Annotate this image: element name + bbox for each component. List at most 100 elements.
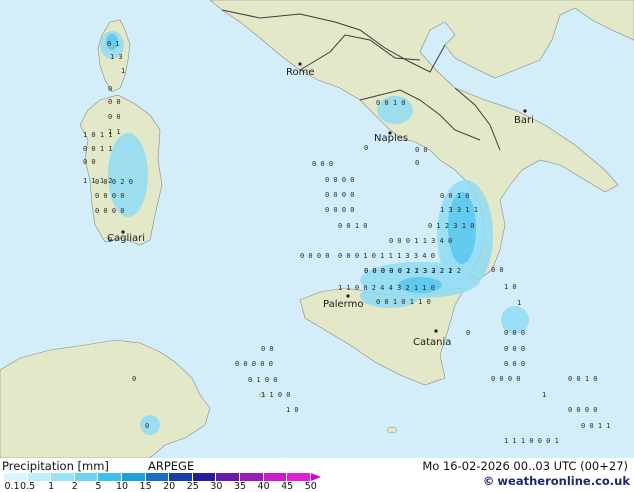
precip-value-row: 0 0 1 0 1 1 0 — [376, 298, 431, 306]
city-dot-palermo — [346, 294, 350, 298]
colorbar-swatch — [263, 473, 288, 481]
colorbar-tick-label: 0.1 — [4, 481, 20, 492]
precip-value-row: 1 1 1 0 0 0 1 — [504, 437, 559, 445]
colorbar — [4, 473, 321, 481]
precip-value-row: 0 0 1 0 — [568, 375, 598, 383]
colorbar-swatch — [216, 473, 240, 481]
precip-value-row: 0 0 0 1 0 1 1 1 3 3 4 0 — [338, 252, 435, 260]
model-name: ARPEGE — [148, 459, 195, 473]
city-label-cagliari: Cagliari — [107, 233, 145, 244]
precip-value-row: 0 0 — [261, 345, 274, 353]
precip-value-row: 0 0 0 0 — [95, 207, 125, 215]
precip-value-row: 1 0 — [504, 283, 517, 291]
precip-value-row: 0 — [466, 329, 470, 337]
precip-value-row: 0 — [132, 375, 136, 383]
colorbar-tick-label: 45 — [281, 481, 294, 492]
precip-value-row: 0 1 0 0 — [248, 376, 278, 384]
precip-value-row: 0 0 0 — [504, 360, 525, 368]
legend-title: Precipitation [mm] — [2, 459, 109, 473]
colorbar-tick-label: 30 — [210, 481, 223, 492]
precip-value-row: 1 — [542, 391, 546, 399]
colorbar-swatch — [4, 473, 28, 481]
colorbar-tick-label: 50 — [304, 481, 317, 492]
city-dot-bari — [523, 109, 527, 113]
precip-value-row: 0 — [108, 85, 112, 93]
colorbar-tick-label: 20 — [163, 481, 176, 492]
precip-value-row: 0 0 1 0 — [376, 99, 406, 107]
precip-value-row: 0 0 1 1 — [581, 422, 611, 430]
precip-value-row: 1 0 — [286, 406, 299, 414]
precip-value-row: 1 3 3 1 1 — [440, 206, 478, 214]
precip-value-row: 0 0 0 0 0 — [235, 360, 273, 368]
precip-value-row: 1 3 — [110, 53, 123, 61]
precip-value-row: 0 0 0 1 1 3 4 0 — [389, 237, 452, 245]
colorbar-swatch — [239, 473, 264, 481]
precip-value-row: 1 0 1 1 — [83, 131, 113, 139]
precip-value-row: 0 0 1 0 — [440, 192, 470, 200]
land-elba — [386, 426, 398, 434]
colorbar-swatch — [27, 473, 52, 481]
precip-value-row: 0 0 — [83, 158, 96, 166]
colorbar-tick-label: 35 — [233, 481, 247, 492]
precipitation-map: Rome Bari Naples Cagliari Palermo Catani… — [0, 0, 634, 458]
precip-value-row: 0 — [108, 236, 112, 244]
map-area: Rome Bari Naples Cagliari Palermo Catani… — [0, 0, 634, 458]
precip-value-row: 0 0 0 — [504, 329, 525, 337]
colorbar-tick-label: 5 — [95, 481, 102, 492]
precip-value-row: 0 0 0 0 — [568, 406, 598, 414]
precip-value-row: 0 0 0 0 — [300, 252, 330, 260]
city-label-catania: Catania — [413, 337, 451, 348]
precip-value-row: 0 0 0 2 0 — [95, 178, 133, 186]
precip-value-row: 0 — [415, 159, 419, 167]
credit-text: weatheronline.co.uk — [497, 474, 630, 488]
city-label-bari: Bari — [514, 115, 534, 126]
colorbar-tick-label: 2 — [71, 481, 78, 492]
precip-area-sardinia — [108, 133, 148, 217]
precip-value-row: 1 — [121, 67, 125, 75]
city-label-naples: Naples — [374, 133, 408, 144]
credit-link[interactable]: © weatheronline.co.uk — [483, 474, 630, 488]
precip-value-row: 0 0 0 0 — [325, 176, 355, 184]
precip-value-row: 0 0 0 — [504, 345, 525, 353]
precip-value-row: 1 1 0 0 2 4 4 3 2 1 1 0 — [338, 284, 435, 292]
colorbar-swatch — [145, 473, 170, 481]
precip-value-row: 0 0 0 0 — [491, 375, 521, 383]
precip-value-row: 0 1 — [107, 40, 120, 48]
colorbar-tick-label: 0.5 — [20, 481, 36, 492]
valid-time: Mo 16-02-2026 00..03 UTC (00+27) — [422, 459, 628, 473]
city-dot-rome — [298, 62, 302, 66]
city-dot-catania — [434, 329, 438, 333]
precip-value-row: 0 0 1 1 — [83, 145, 113, 153]
precip-value-row: 0 0 0 — [312, 160, 333, 168]
colorbar-tick-label: 10 — [115, 481, 129, 492]
precip-value-row: 1 — [517, 299, 521, 307]
precip-value-row: 0 — [364, 144, 368, 152]
precip-value-row: 0 0 1 0 — [338, 222, 368, 230]
precip-value-row: 0 1 2 3 1 0 — [428, 222, 474, 230]
colorbar-swatch — [169, 473, 193, 481]
precip-value-row: 0 0 — [108, 113, 121, 121]
precip-value-row: 1 1 0 0 — [261, 391, 291, 399]
precip-value-row: 0 0 0 0 — [325, 191, 355, 199]
city-label-rome: Rome — [286, 67, 315, 78]
colorbar-swatch — [51, 473, 75, 481]
precip-value-row: 0 0 0 0 — [95, 192, 125, 200]
precip-value-row: 0 0 — [108, 98, 121, 106]
colorbar-swatch — [287, 473, 311, 481]
precip-value-row: 0 0 0 0 — [325, 206, 355, 214]
precip-area-tunisia — [140, 415, 160, 435]
colorbar-tick-label: 40 — [257, 481, 270, 492]
colorbar-tick-label: 25 — [186, 481, 199, 492]
colorbar-arrow-icon — [310, 473, 321, 481]
precip-value-row: 0 0 — [415, 146, 428, 154]
colorbar-swatch — [74, 473, 99, 481]
colorbar-tick-label: 1 — [48, 481, 55, 492]
precip-value-row: 0 — [145, 422, 149, 430]
colorbar-swatch — [98, 473, 122, 481]
precip-value-row: 0 0 — [491, 266, 504, 274]
colorbar-swatch — [192, 473, 217, 481]
precip-value-row: 0 0 0 0 0 2 1 3 2 2 2 2 — [364, 267, 461, 275]
colorbar-tick-label: 15 — [139, 481, 152, 492]
colorbar-swatch — [121, 473, 146, 481]
city-label-palermo: Palermo — [323, 299, 363, 310]
